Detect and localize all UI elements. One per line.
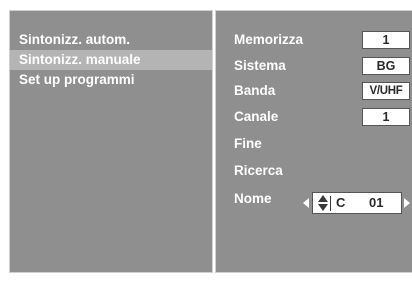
nome-label: Nome <box>234 191 272 206</box>
manual-tuning-panel: Memorizza 1 Sistema BG Banda V/UHF Canal… <box>215 10 412 273</box>
name-field[interactable]: C 01 <box>312 192 402 214</box>
left-arrow-icon[interactable] <box>303 198 309 208</box>
menu-item-program-setup[interactable]: Set up programmi <box>10 70 212 90</box>
memorizza-value[interactable]: 1 <box>362 31 410 49</box>
name-cursor <box>330 196 331 211</box>
ricerca-label[interactable]: Ricerca <box>234 162 283 180</box>
banda-label: Banda <box>234 83 276 98</box>
canale-value[interactable]: 1 <box>362 108 410 126</box>
sistema-value[interactable]: BG <box>362 57 410 75</box>
sistema-label: Sistema <box>234 58 286 73</box>
up-down-arrows-icon <box>318 195 328 212</box>
canale-label: Canale <box>234 109 279 124</box>
name-editor[interactable]: C 01 <box>297 192 412 214</box>
right-arrow-icon[interactable] <box>404 198 410 208</box>
fine-label[interactable]: Fine <box>234 135 262 153</box>
name-letter: C <box>336 195 346 210</box>
menu-item-auto-tuning[interactable]: Sintonizz. autom. <box>10 30 212 50</box>
banda-value[interactable]: V/UHF <box>362 82 410 100</box>
tv-menu-screen: Sintonizz. autom. Sintonizz. manuale Set… <box>0 0 412 283</box>
menu-panel: Sintonizz. autom. Sintonizz. manuale Set… <box>9 10 213 273</box>
memorizza-label: Memorizza <box>234 32 304 47</box>
menu-item-manual-tuning[interactable]: Sintonizz. manuale <box>10 50 212 70</box>
name-number: 01 <box>369 195 384 210</box>
